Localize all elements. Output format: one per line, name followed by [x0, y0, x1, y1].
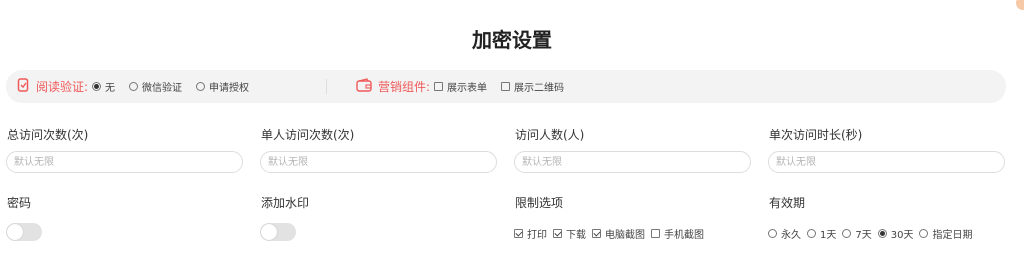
restriction-mobile-screenshot[interactable]: 手机截图 — [651, 226, 704, 241]
visitor-count-input[interactable] — [514, 151, 751, 173]
checkbox-icon[interactable] — [501, 82, 511, 91]
validity-custom-date[interactable]: 指定日期 — [919, 226, 972, 241]
total-visits-input[interactable] — [6, 151, 243, 173]
restriction-pc-screenshot[interactable]: 电脑截图 — [592, 226, 645, 241]
single-user-visits-input[interactable] — [260, 151, 497, 173]
bar-divider — [326, 79, 327, 94]
visitor-count-label: 访问人数(人) — [515, 128, 585, 142]
read-verify-option-authorize[interactable]: 申请授权 — [196, 79, 249, 94]
radio-icon[interactable] — [877, 229, 887, 238]
checkbox-icon[interactable] — [651, 229, 660, 238]
restrictions-options: 打印 下载 电脑截图 手机截图 — [514, 226, 710, 241]
marketing-label: 营销组件: — [378, 80, 431, 94]
validity-30-days[interactable]: 30天 — [877, 226, 913, 241]
restriction-download[interactable]: 下载 — [553, 226, 586, 241]
read-verify-option-none[interactable]: 无 — [92, 79, 115, 94]
watermark-label: 添加水印 — [261, 196, 310, 210]
read-verify-label: 阅读验证: — [36, 80, 89, 94]
watermark-toggle[interactable] — [260, 223, 296, 241]
phone-lock-icon — [16, 77, 30, 96]
marketing-option-qrcode[interactable]: 展示二维码 — [501, 79, 564, 94]
password-toggle[interactable] — [6, 223, 42, 241]
validity-7-days[interactable]: 7天 — [842, 226, 872, 241]
validity-label: 有效期 — [769, 196, 806, 210]
validity-options: 永久 1天 7天 30天 指定日期 — [768, 226, 978, 241]
read-verify-group: 阅读验证: 无 微信验证 申请授权 — [16, 70, 263, 103]
visit-duration-input[interactable] — [768, 151, 1005, 173]
checkbox-icon[interactable] — [514, 229, 523, 238]
read-verify-option-wechat[interactable]: 微信验证 — [129, 79, 182, 94]
marketing-group: 营销组件: 展示表单 展示二维码 — [356, 70, 578, 103]
checkbox-icon[interactable] — [434, 82, 444, 91]
radio-icon[interactable] — [129, 82, 139, 91]
marketing-option-form[interactable]: 展示表单 — [434, 79, 487, 94]
radio-icon[interactable] — [807, 229, 816, 238]
radio-icon[interactable] — [196, 82, 206, 91]
radio-icon[interactable] — [768, 229, 777, 238]
visit-duration-label: 单次访问时长(秒) — [769, 128, 863, 142]
total-visits-label: 总访问次数(次) — [7, 128, 89, 142]
single-user-visits-label: 单人访问次数(次) — [261, 128, 355, 142]
radio-icon[interactable] — [919, 229, 929, 238]
checkbox-icon[interactable] — [592, 229, 601, 238]
password-label: 密码 — [7, 196, 32, 210]
checkbox-icon[interactable] — [553, 229, 562, 238]
radio-icon[interactable] — [842, 229, 852, 238]
options-bar: 阅读验证: 无 微信验证 申请授权 营销组件: 展示表单 展示二维码 — [6, 70, 1006, 103]
validity-1-day[interactable]: 1天 — [807, 226, 836, 241]
restriction-print[interactable]: 打印 — [514, 226, 547, 241]
validity-forever[interactable]: 永久 — [768, 226, 801, 241]
radio-icon[interactable] — [92, 82, 102, 91]
wallet-icon — [356, 77, 372, 96]
corner-decoration — [1016, 0, 1024, 10]
page-title: 加密设置 — [472, 28, 552, 52]
restrictions-label: 限制选项 — [515, 196, 564, 210]
